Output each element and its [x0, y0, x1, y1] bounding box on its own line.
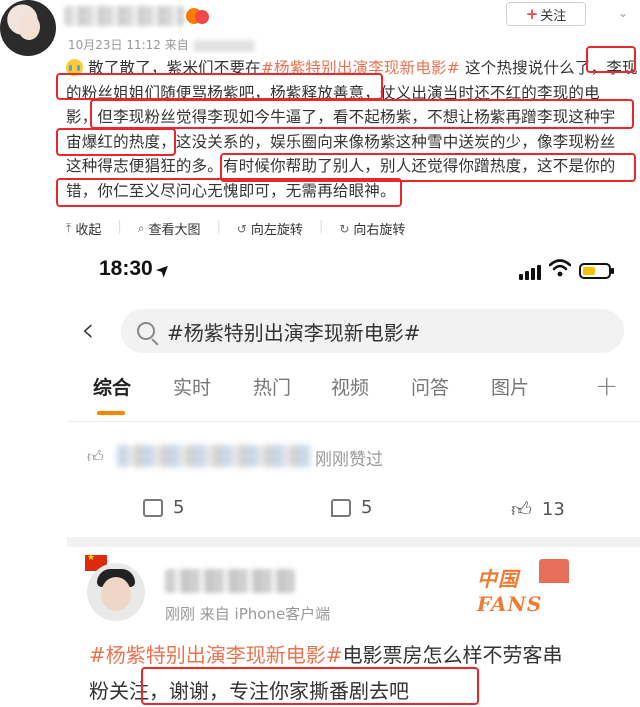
tab-images[interactable]: 图片 — [491, 373, 529, 400]
rotate-right-icon: ↻ — [339, 221, 350, 236]
repost-icon — [143, 498, 163, 517]
search-row: ‹ — [67, 307, 640, 357]
follow-button[interactable]: + 关注 — [506, 2, 586, 26]
source-blurred — [192, 39, 255, 52]
card-meta: 刚刚 来自 iPhone客户端 — [165, 605, 331, 623]
repost-count: 5 — [173, 497, 185, 518]
post-meta: 10月23日 11:12 来自 — [68, 36, 255, 53]
divider: | — [216, 219, 221, 234]
china-fans-badge: 中国FANS — [469, 551, 577, 616]
status-bar: 18:30➤ — [67, 245, 640, 301]
post-line: 这种得志便猖狂的多。有时候你帮助了别人，别人还觉得你蹭热度，这不是你的 — [66, 157, 616, 175]
collapse-action[interactable]: ⤒ 收起 — [66, 219, 101, 238]
thumb-up-icon: 👍︎ — [87, 447, 104, 466]
rotate-right-action[interactable]: ↻ 向右旋转 — [339, 219, 406, 239]
tab-hot[interactable]: 热门 — [253, 373, 291, 400]
search-tabs: 综合 实时 热门 视频 问答 图片 + — [67, 369, 640, 415]
card-line: 粉关注，谢谢，专注你家撕番剧去吧 — [89, 679, 409, 703]
divider: | — [117, 219, 122, 234]
view-large-action[interactable]: ⌕ 查看大图 — [138, 219, 201, 238]
post-line: 宙爆红的热度，这没关系的，娱乐圈向来像杨紫这种雪中送炭的少，像李现粉丝 — [66, 132, 616, 151]
topic-link[interactable]: #杨紫特别出演李现新电影# — [261, 59, 460, 77]
active-tab-indicator — [97, 411, 125, 415]
comment-count: 5 — [361, 497, 373, 518]
search-icon — [137, 322, 155, 340]
card-body: #杨紫特别出演李现新电影#电影票房怎么样不劳客串 粉关注，谢谢，专注你家撕番剧去… — [89, 637, 629, 707]
author-name-blurred[interactable] — [64, 6, 184, 26]
like-notice-text: 刚刚赞过 — [315, 450, 383, 470]
search-box[interactable] — [121, 309, 624, 353]
tab-video[interactable]: 视频 — [331, 373, 369, 400]
rotate-left-icon: ↺ — [236, 221, 247, 236]
status-time: 18:30➤ — [99, 257, 174, 281]
back-chevron-icon[interactable]: ‹ — [81, 313, 95, 347]
post-date: 10月23日 11:12 来自 — [68, 38, 189, 52]
tab-comprehensive[interactable]: 综合 — [93, 373, 131, 400]
rotate-left-action[interactable]: ↺ 向左旋转 — [236, 219, 303, 239]
post-counts: 5 5 👍︎ 13 — [67, 497, 640, 527]
building-icon — [539, 559, 569, 583]
action-label: 向右旋转 — [353, 223, 406, 238]
add-tab-icon[interactable]: + — [595, 369, 618, 402]
plus-icon: + — [525, 5, 539, 23]
signal-icon — [519, 265, 541, 280]
zoom-icon: ⌕ — [137, 221, 145, 235]
member-badge-icon — [195, 10, 209, 24]
comment-button[interactable]: 5 — [331, 497, 372, 518]
crying-emoji-icon — [66, 59, 83, 76]
location-arrow-icon: ➤ — [152, 259, 174, 281]
commenter-name-blurred[interactable] — [165, 569, 295, 593]
embedded-screenshot: 18:30➤ ‹ 综合 实时 热门 视频 问答 图片 + 👍︎ — [67, 245, 640, 707]
post-body: 散了散了，紫米们不要在#杨紫特别出演李现新电影# 这个热搜说什么了，李现 的粉丝… — [66, 56, 638, 203]
comment-icon — [331, 498, 351, 517]
post-line: 错，你仁至义尽问心无愧即可，无需再给眼神。 — [66, 181, 396, 200]
like-button[interactable]: 👍︎ 13 — [511, 497, 565, 522]
author-avatar[interactable] — [0, 0, 56, 56]
post-line: 的粉丝姐姐们随便骂杨紫吧，杨紫释放善意，仗义出演当时还不红的李现的电 — [66, 83, 600, 102]
search-input[interactable] — [167, 319, 607, 343]
like-notice: 👍︎ 刚刚赞过 — [67, 443, 640, 471]
action-label: 查看大图 — [148, 223, 201, 238]
action-label: 收起 — [75, 223, 102, 238]
tab-realtime[interactable]: 实时 — [173, 373, 211, 400]
liker-name-blurred — [117, 445, 311, 467]
battery-icon — [579, 263, 614, 279]
repost-button[interactable]: 5 — [143, 497, 184, 518]
chevron-down-icon[interactable]: ⌄ — [618, 6, 628, 20]
wifi-icon — [549, 259, 571, 277]
collapse-icon: ⤒ — [66, 221, 72, 235]
follow-label: 关注 — [540, 8, 567, 24]
thumb-up-icon: 👍︎ — [511, 497, 532, 521]
like-count: 13 — [541, 499, 565, 520]
section-separator — [67, 537, 640, 547]
post-line: 影，但李现粉丝觉得李现如今牛逼了，看不起杨紫，不想让杨紫再蹭李现这种宇 — [66, 108, 616, 126]
topic-link[interactable]: #杨紫特别出演李现新电影# — [89, 643, 343, 667]
commenter-avatar[interactable] — [87, 563, 145, 621]
card-text-segment: 电影票房怎么样不劳客串 — [342, 643, 563, 667]
post-text-segment: 散了散了，紫米们不要在 — [88, 59, 261, 77]
post-text-segment: 这个热搜说什么了，李现 — [459, 59, 638, 77]
action-label: 向左旋转 — [250, 223, 303, 238]
time-text: 18:30 — [99, 257, 153, 280]
image-actions: ⤒ 收起 | ⌕ 查看大图 | ↺ 向左旋转 | ↻ 向右旋转 — [66, 219, 405, 238]
divider — [67, 421, 640, 422]
tab-qa[interactable]: 问答 — [411, 373, 449, 400]
battery-level — [583, 267, 595, 275]
card-line: #杨紫特别出演李现新电影#电影票房怎么样不劳客串 — [89, 637, 629, 673]
post-line: 散了散了，紫米们不要在#杨紫特别出演李现新电影# 这个热搜说什么了，李现 — [66, 56, 638, 81]
divider: | — [318, 219, 324, 234]
weibo-post: + 关注 ⌄ 10月23日 11:12 来自 散了散了，紫米们不要在#杨紫特别出… — [0, 0, 640, 214]
